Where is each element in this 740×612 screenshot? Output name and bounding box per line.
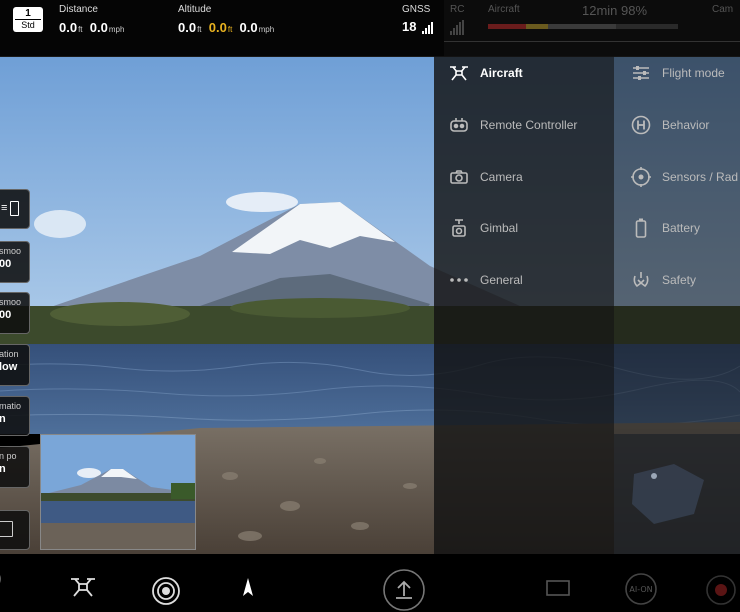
battery-segment-critical: [488, 24, 526, 29]
camera-settings-shortcut[interactable]: ≡: [0, 189, 30, 229]
remote-controller-icon: [448, 114, 470, 136]
shutter-icon[interactable]: [151, 576, 181, 606]
gimbal-icon: [448, 217, 470, 239]
left-setting-6[interactable]: [0, 510, 30, 550]
sliders-icon: [630, 62, 652, 84]
menu-remote-controller[interactable]: Remote Controller: [448, 107, 577, 143]
left-setting-value: 00: [0, 258, 12, 270]
left-setting-value: n: [0, 463, 29, 475]
distance-label: Distance: [59, 4, 98, 15]
safety-icon: [630, 269, 652, 291]
battery-segment-low: [526, 24, 548, 29]
rc-label: RC: [450, 4, 465, 15]
left-setting-3[interactable]: ation low: [0, 344, 30, 386]
mini-preview[interactable]: [40, 434, 196, 550]
battery-icon: [10, 201, 19, 216]
distance-unit: ft: [78, 25, 83, 34]
battery-segment-remaining: [548, 24, 616, 29]
left-setting-value: 00: [0, 309, 12, 321]
gnss-status: 18: [402, 19, 434, 34]
drone-icon: [448, 62, 470, 84]
menu-camera-label: Camera: [480, 170, 523, 184]
upload-icon[interactable]: [382, 568, 426, 612]
left-setting-title: n po: [0, 451, 17, 461]
submenu-safety-label: Safety: [662, 273, 697, 287]
left-setting-title: ation: [0, 349, 19, 359]
settings-glyph-icon: ≡: [1, 202, 8, 214]
flight-mode-label: Std: [15, 19, 41, 31]
submenu-behavior-label: Behavior: [662, 118, 710, 132]
submenu-safety[interactable]: Safety: [630, 262, 696, 298]
submenu-flight-mode[interactable]: Flight mode: [630, 55, 725, 91]
rc-signal-icon: [450, 17, 465, 35]
gnss-signal-icon: [422, 19, 434, 34]
h-circle-icon: [630, 114, 652, 136]
left-setting-title: matio: [0, 401, 22, 411]
rotate-icon[interactable]: [0, 568, 10, 588]
map-thumbnail[interactable]: [614, 434, 740, 554]
left-setting-value: low: [0, 361, 18, 373]
target-icon: [630, 166, 652, 188]
compass-arrow-icon[interactable]: [241, 576, 255, 600]
battery-icon: [630, 217, 652, 239]
left-setting-2[interactable]: smoo 00: [0, 292, 30, 334]
left-setting-value: n: [0, 413, 29, 425]
submenu-battery[interactable]: Battery: [630, 210, 700, 246]
frame-icon: [0, 521, 13, 537]
left-setting-title: smoo: [0, 297, 22, 307]
submenu-sensors-radar[interactable]: Sensors / Rad: [630, 159, 738, 195]
vertical-speed-value: 0.0: [239, 20, 258, 35]
altitude-values: 0.0ft 0.0ft 0.0mph: [178, 20, 274, 35]
ai-on-label: AI-ON: [629, 585, 652, 594]
menu-general-label: General: [480, 273, 523, 287]
divider: [444, 41, 740, 42]
gnss-satellite-count: 18: [402, 19, 417, 34]
altitude-value: 0.0: [178, 20, 197, 35]
menu-aircraft[interactable]: Aircraft: [448, 55, 523, 91]
bottom-toolbar: AI-ON: [0, 554, 740, 611]
height-value: 0.0: [208, 20, 227, 35]
flight-mode-number: 1: [25, 8, 31, 19]
telemetry-bar: 1 Std Distance 0.0ft 0.0mph Altitude 0.0…: [0, 0, 740, 57]
menu-gimbal[interactable]: Gimbal: [448, 210, 518, 246]
altitude-unit: ft: [197, 25, 202, 34]
left-setting-1[interactable]: smoo 00: [0, 241, 30, 283]
distance-values: 0.0ft 0.0mph: [59, 20, 124, 35]
left-setting-title: smoo: [0, 246, 22, 256]
battery-bar: [488, 24, 678, 29]
submenu-behavior[interactable]: Behavior: [630, 107, 709, 143]
submenu-flight-mode-label: Flight mode: [662, 66, 725, 80]
ai-on-icon[interactable]: AI-ON: [624, 572, 658, 606]
horizontal-speed-value: 0.0: [89, 20, 108, 35]
altitude-label: Altitude: [178, 4, 212, 15]
flight-mode-badge[interactable]: 1 Std: [13, 7, 43, 32]
distance-value: 0.0: [59, 20, 78, 35]
frame-icon[interactable]: [544, 578, 572, 598]
horizontal-speed-unit: mph: [108, 25, 125, 34]
aircraft-battery-label: Aircraft: [488, 4, 520, 15]
menu-gimbal-label: Gimbal: [480, 221, 519, 235]
flight-time-remaining: 12min 98%: [582, 3, 648, 18]
more-icon: [448, 269, 470, 291]
menu-general[interactable]: General: [448, 262, 523, 298]
submenu-sensors-radar-label: Sensors / Rad: [662, 170, 739, 184]
menu-camera[interactable]: Camera: [448, 159, 523, 195]
menu-aircraft-label: Aircraft: [480, 66, 523, 80]
drone-icon[interactable]: [69, 576, 97, 598]
menu-remote-controller-label: Remote Controller: [480, 118, 578, 132]
height-unit: ft: [227, 25, 233, 34]
camera-icon: [448, 166, 470, 188]
vertical-speed-unit: mph: [258, 25, 275, 34]
camera-storage-label: Cam: [712, 4, 734, 15]
submenu-battery-label: Battery: [662, 221, 701, 235]
record-icon[interactable]: [705, 574, 737, 606]
left-setting-4[interactable]: matio n: [0, 396, 30, 436]
left-setting-5[interactable]: n po n: [0, 446, 30, 488]
gnss-label: GNSS: [402, 4, 431, 15]
